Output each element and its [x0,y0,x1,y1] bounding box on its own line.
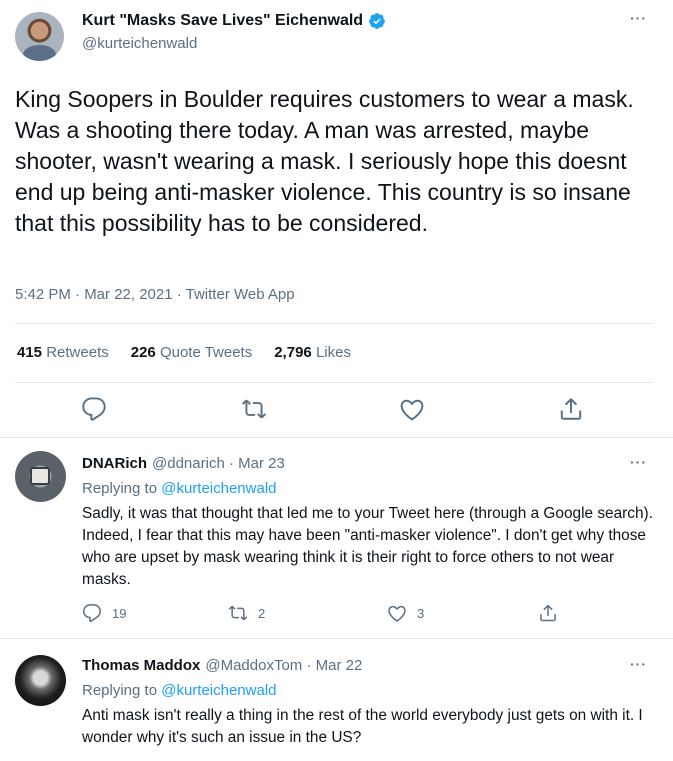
share-button[interactable] [538,603,568,623]
like-icon [388,605,406,622]
replying-to-link[interactable]: @kurteichenwald [161,682,276,699]
reply-text: Sadly, it was that thought that led me t… [82,505,653,588]
retweet-icon[interactable] [241,396,267,422]
divider [15,323,652,324]
reply-button[interactable]: 19 [82,603,126,623]
reply-count: 19 [112,605,127,621]
retweet-count: 2 [258,605,266,621]
more-icon[interactable]: ··· [630,656,647,672]
quote-tweets-stat[interactable]: 226 Quote Tweets [131,344,252,361]
more-icon[interactable]: ··· [630,454,647,470]
retweet-button[interactable]: 2 [228,603,265,623]
replying-to-link[interactable]: @kurteichenwald [161,480,276,497]
reply-text: Anti mask isn't really a thing in the re… [82,707,643,746]
retweet-icon [228,605,248,621]
tweet-timestamp[interactable]: 5:42 PM · Mar 22, 2021 · Twitter Web App [15,286,295,303]
reply-author-row: Thomas Maddox @MaddoxTom · Mar 22 [82,657,362,674]
replying-to: Replying to @kurteichenwald [82,480,277,497]
avatar[interactable] [15,655,66,706]
reply-handle-date[interactable]: @MaddoxTom · Mar 22 [205,657,362,674]
likes-stat[interactable]: 2,796 Likes [274,344,351,361]
like-count: 3 [417,605,425,621]
like-button[interactable]: 3 [387,603,424,623]
tweet-actions [0,396,673,424]
tweet-text: King Soopers in Boulder requires custome… [15,86,634,236]
reply-tweet[interactable]: Thomas Maddox @MaddoxTom · Mar 22 ··· Re… [0,639,673,761]
like-icon[interactable] [399,396,425,422]
reply-handle-date[interactable]: @ddnarich · Mar 23 [152,455,285,472]
tweet-stats: 415 Retweets 226 Quote Tweets 2,796 Like… [17,344,351,361]
verified-badge-icon [369,13,385,29]
divider [15,382,652,383]
reply-author-row: DNARich @ddnarich · Mar 23 [82,455,285,472]
author-handle[interactable]: @kurteichenwald [82,35,197,52]
reply-icon [82,604,101,623]
reply-display-name[interactable]: DNARich [82,455,147,472]
reply-actions: 19 2 3 [82,603,562,625]
author-display-name[interactable]: Kurt "Masks Save Lives" Eichenwald [82,12,363,30]
reply-icon[interactable] [81,396,107,422]
reply-tweet[interactable]: DNARich @ddnarich · Mar 23 ··· Replying … [0,437,673,639]
avatar[interactable] [15,451,66,502]
replying-to: Replying to @kurteichenwald [82,682,277,699]
retweets-stat[interactable]: 415 Retweets [17,344,109,361]
share-icon [540,604,556,622]
avatar[interactable] [15,12,64,61]
share-icon[interactable] [558,396,584,422]
author-name-row[interactable]: Kurt "Masks Save Lives" Eichenwald [82,12,386,30]
more-icon[interactable]: ··· [630,10,647,26]
reply-display-name[interactable]: Thomas Maddox [82,657,200,674]
